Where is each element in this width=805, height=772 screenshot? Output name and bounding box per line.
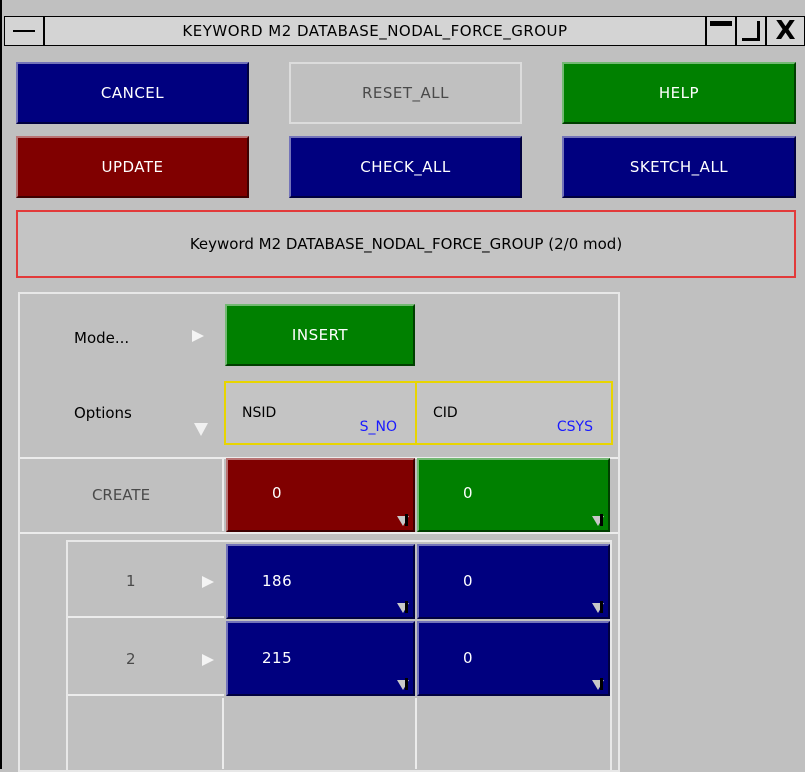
cid-type: CSYS (556, 419, 593, 435)
minimize-icon[interactable] (706, 16, 736, 46)
cid-label: CID (433, 405, 458, 421)
arrow-down-icon (194, 423, 208, 436)
cancel-button[interactable]: CANCEL (16, 62, 249, 124)
row-nsid-field[interactable]: 215 (226, 621, 415, 696)
help-button[interactable]: HELP (562, 62, 796, 124)
create-cid-field[interactable]: 0 (417, 458, 610, 532)
cid-value: 0 (463, 572, 474, 590)
nsid-value: 215 (262, 649, 293, 667)
corner-popup-icon[interactable] (397, 516, 409, 526)
nsid-column-header[interactable]: NSID S_NO (224, 381, 417, 445)
table-row[interactable]: 1 (68, 542, 224, 618)
mode-label: Mode... (74, 329, 130, 347)
window-menu-icon[interactable] (4, 16, 44, 46)
divider (415, 698, 417, 769)
corner-popup-icon[interactable] (592, 680, 604, 690)
divider (222, 698, 224, 769)
row-cid-field[interactable]: 0 (417, 621, 610, 696)
table-row[interactable]: 2 (68, 620, 224, 696)
row-menu-arrow[interactable] (202, 654, 214, 666)
corner-popup-icon[interactable] (592, 516, 604, 526)
create-nsid-field[interactable]: 0 (226, 458, 415, 532)
create-button[interactable]: CREATE (20, 459, 222, 531)
corner-popup-icon[interactable] (592, 603, 604, 613)
close-icon[interactable]: X (766, 16, 805, 46)
row-cid-field[interactable]: 0 (417, 544, 610, 619)
divider (20, 532, 618, 534)
update-button[interactable]: UPDATE (16, 136, 249, 198)
nsid-type: S_NO (359, 419, 397, 435)
mode-menu-arrow[interactable] (192, 330, 204, 342)
reset-all-button[interactable]: RESET_ALL (289, 62, 522, 124)
arrow-right-icon (192, 330, 204, 342)
check-all-button[interactable]: CHECK_ALL (289, 136, 522, 198)
nsid-label: NSID (242, 405, 277, 421)
cid-value: 0 (463, 649, 474, 667)
options-menu-arrow[interactable] (194, 423, 208, 436)
arrow-right-icon (202, 654, 214, 666)
row-menu-arrow[interactable] (202, 576, 214, 588)
row-index: 1 (126, 572, 136, 590)
create-nsid-value: 0 (272, 484, 283, 502)
status-bar: Keyword M2 DATABASE_NODAL_FORCE_GROUP (2… (16, 210, 796, 278)
row-nsid-field[interactable]: 186 (226, 544, 415, 619)
sketch-all-button[interactable]: SKETCH_ALL (562, 136, 796, 198)
create-cid-value: 0 (463, 484, 474, 502)
cid-column-header[interactable]: CID CSYS (415, 381, 613, 445)
corner-popup-icon[interactable] (397, 603, 409, 613)
window-title: KEYWORD M2 DATABASE_NODAL_FORCE_GROUP (44, 16, 706, 46)
maximize-icon[interactable] (736, 16, 766, 46)
corner-popup-icon[interactable] (397, 680, 409, 690)
mode-insert-button[interactable]: INSERT (225, 304, 415, 366)
nsid-value: 186 (262, 572, 293, 590)
divider (222, 459, 224, 531)
options-label: Options (74, 404, 132, 422)
arrow-right-icon (202, 576, 214, 588)
row-index: 2 (126, 650, 136, 668)
